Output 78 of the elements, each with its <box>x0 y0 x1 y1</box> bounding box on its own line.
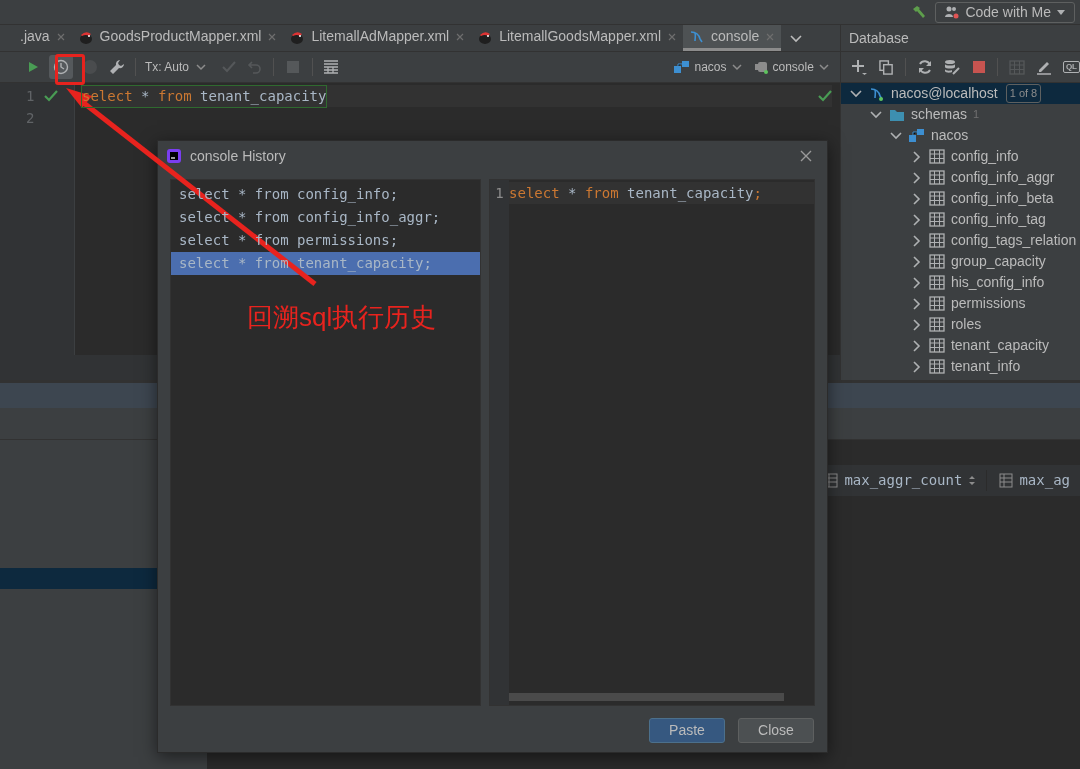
tree-item[interactable]: his_config_info <box>840 272 1080 293</box>
count-badge: 1 of 8 <box>1005 84 1042 103</box>
dialog-title: console History <box>190 146 286 166</box>
table-icon <box>928 233 945 248</box>
editor-tab[interactable]: GoodsProductMapper.xml <box>71 25 284 51</box>
close-icon[interactable] <box>799 149 813 163</box>
tree-item[interactable]: nacos <box>840 125 1080 146</box>
column-icon <box>999 473 1014 488</box>
caret-icon <box>195 61 208 73</box>
editor-tab[interactable]: LitemallAdMapper.xml <box>283 25 472 51</box>
table-icon <box>928 317 945 332</box>
column-header[interactable]: max_aggr_count <box>824 470 987 491</box>
tree-item[interactable]: config_info <box>840 146 1080 167</box>
table-icon <box>928 191 945 206</box>
people-icon <box>944 4 961 20</box>
database-wrench-icon[interactable] <box>943 59 961 75</box>
close-icon[interactable] <box>455 31 466 42</box>
history-item[interactable]: select * from config_info_aggr; <box>171 206 481 229</box>
dolphin-icon <box>689 28 706 45</box>
tree-item[interactable]: tenant_capacity <box>840 335 1080 356</box>
stop-icon[interactable] <box>971 60 986 74</box>
run-icon[interactable] <box>26 60 40 74</box>
app-logo-icon <box>166 148 182 164</box>
scrollbar-thumb[interactable] <box>509 693 785 701</box>
plug-icon <box>754 60 769 74</box>
session-dropdown[interactable]: console <box>754 58 830 76</box>
column-header[interactable]: max_ag <box>986 470 1080 491</box>
sort-icon[interactable] <box>968 474 977 487</box>
caret-icon <box>1056 7 1066 17</box>
table-icon <box>928 170 945 185</box>
dialog-button[interactable]: Paste <box>649 717 725 743</box>
panel-title: Database <box>840 25 1080 52</box>
tree-item[interactable]: roles <box>840 314 1080 335</box>
tree-item[interactable]: tenant_info <box>840 356 1080 377</box>
dolphin-icon <box>868 85 885 102</box>
tree-item[interactable]: config_info_tag <box>840 209 1080 230</box>
copy-icon[interactable] <box>878 59 894 75</box>
close-icon[interactable] <box>667 31 678 42</box>
table-icon <box>928 338 945 353</box>
schema-icon <box>674 60 691 74</box>
commit-check-icon[interactable] <box>221 59 238 75</box>
hammer-icon[interactable] <box>911 4 928 20</box>
editor-tab[interactable]: LitemallGoodsMapper.xml <box>471 25 684 51</box>
tree-item[interactable]: config_info_aggr <box>840 167 1080 188</box>
caret-icon <box>730 61 743 73</box>
schema-icon <box>908 128 925 143</box>
stop-icon[interactable] <box>82 59 98 75</box>
table-icon <box>928 275 945 290</box>
transaction-mode-dropdown[interactable]: Tx: Auto <box>145 58 208 76</box>
wrench-icon[interactable] <box>109 59 125 75</box>
code-with-me-button[interactable]: Code with Me <box>935 1 1075 23</box>
table-icon <box>928 296 945 311</box>
tree-item[interactable]: config_info_beta <box>840 188 1080 209</box>
caret-icon <box>817 61 830 73</box>
pencil-icon[interactable] <box>1035 59 1052 75</box>
datasource-dropdown[interactable]: nacos <box>674 58 743 76</box>
code-line: select * from tenant_capacity; <box>509 183 762 204</box>
line-number: 1 <box>494 183 505 203</box>
annotation-text: 回溯sql执行历史 <box>247 301 437 334</box>
close-icon[interactable] <box>55 31 66 42</box>
editor-tab[interactable]: .java <box>14 25 72 51</box>
table-icon <box>928 212 945 227</box>
close-icon[interactable] <box>267 31 278 42</box>
add-icon[interactable] <box>849 58 868 76</box>
query-console-icon[interactable]: QL <box>1062 61 1080 73</box>
editor-tab[interactable]: console <box>683 25 782 51</box>
table-icon <box>928 254 945 269</box>
tree-item[interactable]: nacos@localhost 1 of 8 <box>840 83 1080 104</box>
dialog-button[interactable]: Close <box>738 717 814 743</box>
table-icon <box>928 359 945 374</box>
check-icon <box>817 89 832 103</box>
tree-item[interactable]: group_capacity <box>840 251 1080 272</box>
tree-item[interactable]: permissions <box>840 293 1080 314</box>
highlight-frame <box>55 54 85 85</box>
tree-item[interactable]: config_tags_relation <box>840 230 1080 251</box>
refresh-icon[interactable] <box>916 59 933 75</box>
table-icon <box>928 149 945 164</box>
table-icon[interactable] <box>323 59 340 75</box>
